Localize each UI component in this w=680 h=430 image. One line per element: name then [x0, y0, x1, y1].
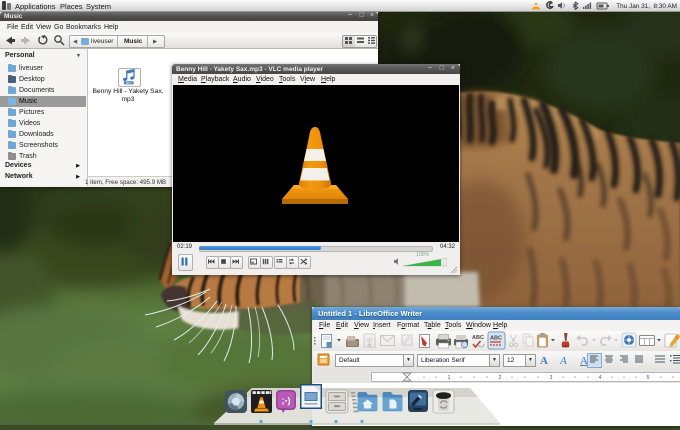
svg-text:A: A	[540, 355, 548, 366]
svg-text:ABC: ABC	[490, 336, 502, 342]
svg-text:4: 4	[599, 375, 602, 381]
svg-text:MP3: MP3	[126, 81, 132, 85]
svg-text:A: A	[559, 355, 567, 366]
svg-text:5: 5	[647, 375, 650, 381]
svg-text:1: 1	[448, 375, 451, 381]
svg-text:ABC: ABC	[472, 335, 484, 341]
svg-text:3: 3	[550, 375, 553, 381]
svg-text:2: 2	[499, 375, 502, 381]
